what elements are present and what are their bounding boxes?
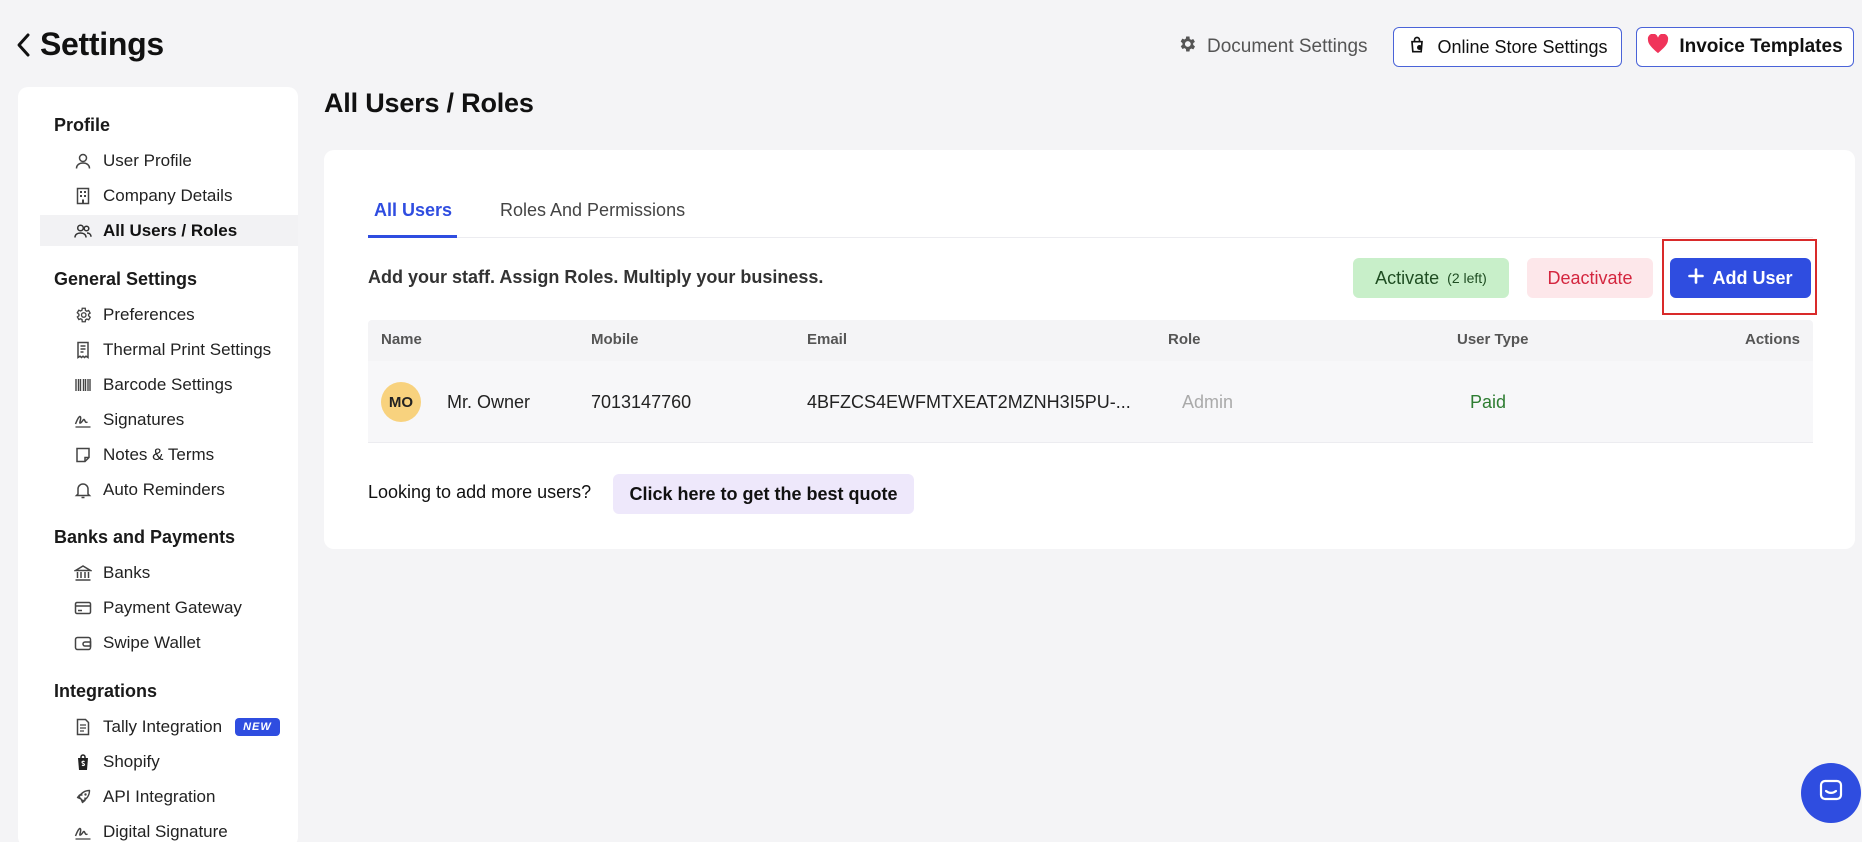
rocket-icon [74,788,92,806]
document-icon [74,718,92,736]
table-header: Name Mobile Email Role User Type Actions [368,320,1813,361]
activate-button[interactable]: Activate (2 left) [1353,258,1509,298]
tagline: Add your staff. Assign Roles. Multiply y… [368,267,824,287]
sidebar-item-label: Swipe Wallet [103,632,201,652]
column-header-email: Email [807,331,848,348]
sidebar-item-banks[interactable]: Banks [40,557,298,588]
sidebar-item-label: Preferences [103,304,195,324]
new-badge: NEW [235,717,280,736]
back-chevron-icon[interactable] [14,31,34,59]
document-settings-label: Document Settings [1207,36,1368,57]
barcode-icon [74,376,92,394]
user-name: Mr. Owner [447,392,531,412]
sidebar-section-general-settings: General Settings [54,269,198,289]
page-title: Settings [40,26,164,62]
add-user-label: Add User [1712,267,1793,288]
sidebar-item-label: Thermal Print Settings [103,339,272,359]
sidebar-item-auto-reminders[interactable]: Auto Reminders [40,474,298,505]
sidebar-item-label: Payment Gateway [103,597,242,617]
quote-question: Looking to add more users? [368,482,592,502]
sidebar-item-label: Digital Signature [103,821,228,841]
chat-support-button[interactable] [1801,763,1861,823]
credit-card-icon [74,599,92,617]
users-icon [74,222,92,240]
invoice-templates-label: Invoice Templates [1679,36,1843,57]
sidebar-item-api-integration[interactable]: API Integration [40,781,298,812]
tab-all-users[interactable]: All Users [368,200,457,238]
sidebar-item-label: All Users / Roles [103,220,238,240]
sidebar-item-label: Tally Integration [103,716,223,736]
sidebar-item-signatures[interactable]: Signatures [40,404,298,435]
sidebar-item-shopify[interactable]: Shopify [40,746,298,777]
column-header-name: Name [381,331,422,348]
table-row[interactable]: MO Mr. Owner 7013147760 4BFZCS4EWFMTXEAT… [368,361,1813,443]
sidebar-item-label: User Profile [103,150,192,170]
sidebar-item-label: API Integration [103,786,216,806]
column-header-actions: Actions [1744,331,1800,348]
sidebar-item-label: Company Details [103,185,233,205]
sidebar-item-thermal-print-settings[interactable]: Thermal Print Settings [40,334,298,365]
gear-icon [74,306,92,324]
user-mobile: 7013147760 [591,392,692,412]
content-title: All Users / Roles [324,88,534,118]
sidebar-item-label: Barcode Settings [103,374,233,394]
activate-remaining-count: (2 left) [1447,270,1487,286]
receipt-icon [74,341,92,359]
document-settings-link[interactable]: Document Settings [1177,34,1368,60]
heart-icon [1647,33,1669,60]
user-email: 4BFZCS4EWFMTXEAT2MZNH3I5PU-... [807,392,1131,412]
signature-icon [74,411,92,429]
note-icon [74,446,92,464]
users-table: Name Mobile Email Role User Type Actions… [368,320,1813,443]
sidebar-item-swipe-wallet[interactable]: Swipe Wallet [40,627,298,658]
user-type-badge: Paid [1470,392,1507,412]
plus-icon [1688,267,1705,289]
users-card: All Users Roles And Permissions Add your… [324,150,1855,549]
online-store-settings-button[interactable]: Online Store Settings [1393,27,1622,67]
avatar: MO [381,382,421,422]
settings-sidebar: Profile User Profile Company Details All… [18,87,298,842]
bell-icon [74,481,92,499]
user-role: Admin [1182,392,1234,412]
best-quote-button[interactable]: Click here to get the best quote [613,474,914,514]
add-user-button[interactable]: Add User [1670,258,1811,298]
sidebar-section-integrations: Integrations [54,681,158,701]
digital-signature-icon [74,823,92,841]
column-header-role: Role [1168,331,1201,348]
user-icon [74,152,92,170]
sidebar-item-user-profile[interactable]: User Profile [40,145,298,176]
sidebar-item-company-details[interactable]: Company Details [40,180,298,211]
sidebar-item-notes-terms[interactable]: Notes & Terms [40,439,298,470]
sidebar-item-label: Banks [103,562,151,582]
sidebar-item-all-users-roles[interactable]: All Users / Roles [40,215,298,246]
top-bar: Settings Document Settings Online Store … [0,0,1862,88]
sidebar-item-payment-gateway[interactable]: Payment Gateway [40,592,298,623]
online-store-settings-label: Online Store Settings [1437,36,1608,57]
tab-bar: All Users Roles And Permissions [368,200,1813,238]
shopping-bag-icon [1407,35,1427,60]
sidebar-section-banks-payments: Banks and Payments [54,527,236,547]
activate-label: Activate [1375,267,1440,288]
chat-icon [1816,776,1846,811]
sidebar-item-label: Notes & Terms [103,444,215,464]
wallet-icon [74,634,92,652]
invoice-templates-button[interactable]: Invoice Templates [1636,27,1854,67]
sidebar-item-label: Shopify [103,751,160,771]
sidebar-item-tally-integration[interactable]: Tally Integration NEW [40,711,298,742]
sidebar-item-barcode-settings[interactable]: Barcode Settings [40,369,298,400]
building-icon [74,187,92,205]
column-header-mobile: Mobile [591,331,639,348]
sidebar-section-profile: Profile [54,115,111,135]
sidebar-item-preferences[interactable]: Preferences [40,299,298,330]
sidebar-item-digital-signature[interactable]: Digital Signature [40,816,298,842]
tab-roles-and-permissions[interactable]: Roles And Permissions [500,200,685,238]
sidebar-item-label: Signatures [103,409,185,429]
gear-icon [1177,34,1197,60]
bank-icon [74,564,92,582]
shopify-icon [74,753,92,771]
sidebar-item-label: Auto Reminders [103,479,225,499]
column-header-user-type: User Type [1457,331,1529,348]
deactivate-button[interactable]: Deactivate [1527,258,1653,298]
